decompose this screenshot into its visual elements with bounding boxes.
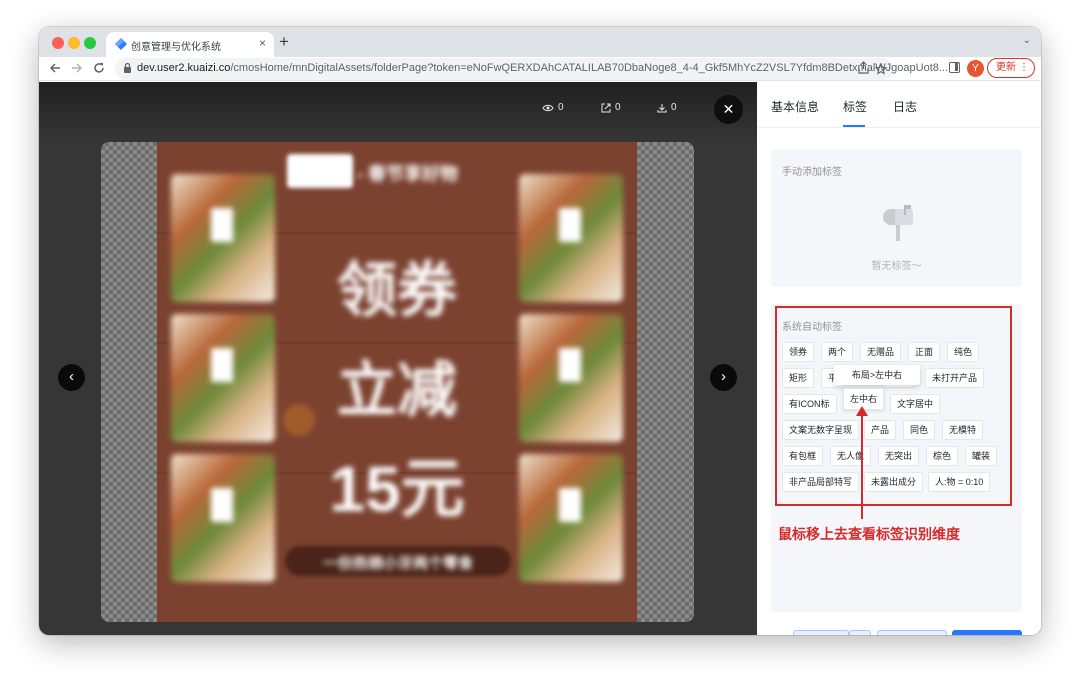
- lock-icon: [124, 62, 131, 73]
- manual-tags-title: 手动添加标签: [782, 167, 842, 178]
- active-tab-indicator: [843, 125, 865, 127]
- poster-image: - 春节享好物 领券 立减 15元 一份热销小牙两个零食: [157, 142, 637, 622]
- image-viewer: 0 0 0 ✕ ‹ › - 春节享好物 领券 立减 15元 一份热销小牙两个零食: [39, 82, 757, 635]
- share-page-icon[interactable]: [858, 61, 869, 74]
- tag-dimension-tooltip: 布局>左中右: [834, 365, 920, 385]
- download-count: 0: [657, 102, 677, 113]
- poster-logo: [287, 154, 353, 188]
- download-icon: [657, 103, 667, 112]
- product-pack: [171, 454, 275, 582]
- view-count: 0: [542, 102, 564, 113]
- tab-title: 创意管理与优化系统: [131, 42, 221, 53]
- tab-strip: 创意管理与优化系统 × + ⌄: [39, 27, 1041, 57]
- view-count-value: 0: [558, 102, 564, 113]
- close-viewer-button[interactable]: ✕: [714, 95, 743, 124]
- eye-icon: [542, 104, 554, 111]
- edit-button[interactable]: 编辑: [877, 630, 947, 635]
- poster-banner-text: 一份热销小牙两个零食: [322, 555, 473, 572]
- tab-search-chevron-icon[interactable]: ⌄: [1023, 35, 1031, 46]
- share-count: 0: [601, 102, 621, 113]
- minimize-window-button[interactable]: [68, 37, 80, 49]
- tab-tags[interactable]: 标签: [843, 98, 867, 115]
- more-options-button[interactable]: ···: [849, 630, 871, 635]
- kuaizi-logo-icon: [115, 38, 127, 50]
- poster-line-3: 15元: [329, 453, 465, 525]
- zoom-window-button[interactable]: [84, 37, 96, 49]
- poster-line-2: 立减: [337, 357, 457, 424]
- annotation-text: 鼠标移上去查看标签识别维度: [778, 526, 960, 542]
- side-panel-icon[interactable]: [949, 62, 960, 73]
- update-button[interactable]: 更新 ⋮: [987, 58, 1035, 78]
- download-count-value: 0: [671, 102, 677, 113]
- url-path: /cmosHome/mnDigitalAssets/folderPage?tok…: [230, 62, 949, 74]
- next-image-button[interactable]: ›: [710, 364, 737, 391]
- poster-line-1: 领券: [337, 257, 457, 324]
- product-pack: [171, 174, 275, 302]
- product-pack: [519, 454, 623, 582]
- url-text: dev.user2.kuaizi.co/cmosHome/mnDigitalAs…: [137, 62, 948, 74]
- annotation-highlight-box: [775, 306, 1012, 506]
- share-icon: [601, 103, 611, 112]
- poster-header-text: - 春节享好物: [357, 164, 458, 184]
- url-host: dev.user2.kuaizi.co: [137, 62, 231, 74]
- viewer-top-gradient: [39, 82, 757, 142]
- bookmark-star-icon[interactable]: [875, 63, 887, 75]
- tab-basic-info[interactable]: 基本信息: [771, 98, 819, 115]
- empty-mailbox-icon: [883, 205, 913, 241]
- image-frame: - 春节享好物 领券 立减 15元 一份热销小牙两个零食: [101, 142, 694, 622]
- profile-avatar[interactable]: Y: [967, 60, 984, 77]
- empty-tags-text: 暂无标签～: [871, 261, 922, 272]
- tab-close-icon[interactable]: ×: [259, 36, 266, 50]
- annotation-arrow-line: [861, 411, 863, 519]
- reload-icon[interactable]: [93, 62, 105, 74]
- tab-log[interactable]: 日志: [893, 98, 917, 115]
- browser-tab[interactable]: 创意管理与优化系统 ×: [106, 32, 274, 57]
- more-menu-icon[interactable]: ⋮: [1019, 59, 1029, 76]
- forward-arrow-icon[interactable]: [71, 62, 83, 74]
- previous-image-button[interactable]: ‹: [58, 364, 85, 391]
- product-pack: [519, 174, 623, 302]
- new-tab-button[interactable]: +: [279, 32, 289, 52]
- back-arrow-icon[interactable]: [49, 62, 61, 74]
- cookie-decoration: [283, 404, 315, 436]
- browser-toolbar: dev.user2.kuaizi.co/cmosHome/mnDigitalAs…: [39, 57, 1041, 81]
- manual-tags-section: 手动添加标签 暂无标签～: [771, 149, 1022, 287]
- close-window-button[interactable]: [52, 37, 64, 49]
- update-label: 更新: [996, 62, 1016, 73]
- address-bar[interactable]: dev.user2.kuaizi.co/cmosHome/mnDigitalAs…: [115, 58, 948, 80]
- panel-tabs: 基本信息 标签 日志: [757, 82, 1041, 128]
- download-button[interactable]: 下载: [793, 630, 849, 635]
- product-pack: [171, 314, 275, 442]
- share-count-value: 0: [615, 102, 621, 113]
- share-button[interactable]: 分享: [952, 630, 1022, 635]
- product-pack: [519, 314, 623, 442]
